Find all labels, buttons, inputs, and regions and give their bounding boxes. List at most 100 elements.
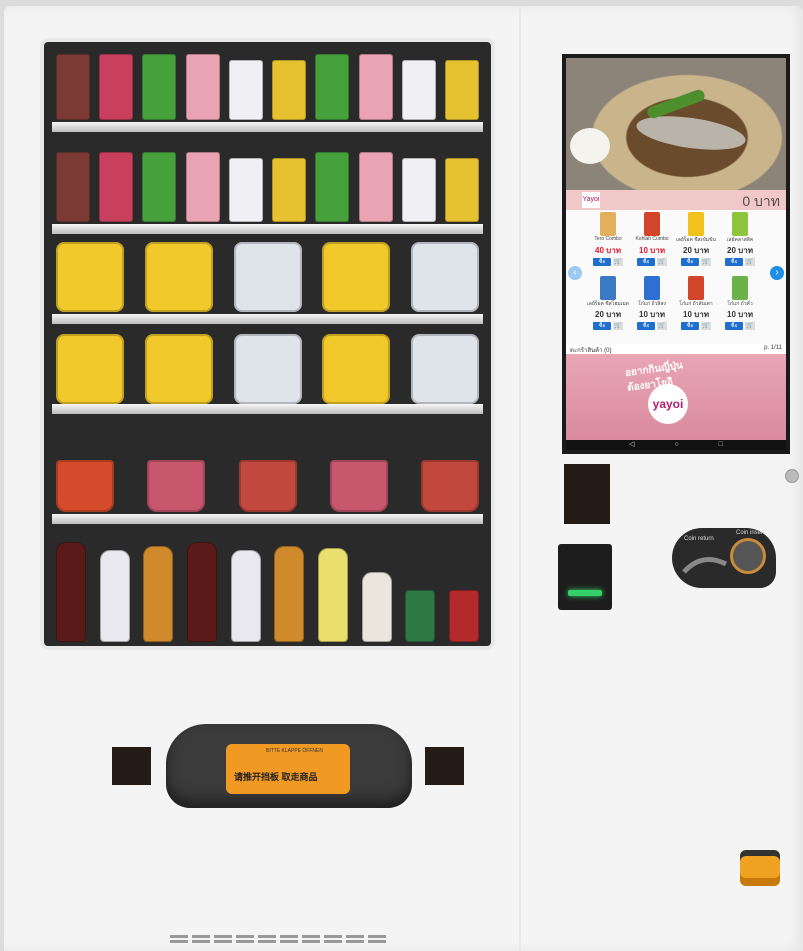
product-tile[interactable]: เลย์ร็อค ชีสเข้มข้น 20 บาทซื้อ 🛒 xyxy=(674,212,718,276)
pickup-door[interactable]: BITTE KLAPPE ÖFFNEN 请推开挡板 取走商品 xyxy=(166,724,412,808)
snack-pack xyxy=(142,152,177,222)
buy-button[interactable]: ซื้อ xyxy=(637,258,655,266)
coin-insert-label: Coin insert xyxy=(736,530,765,536)
snack-box xyxy=(411,334,479,404)
product-name: โก๋แก่ ถั่วคั่ว xyxy=(727,301,753,307)
cart-icon[interactable]: 🛒 xyxy=(657,322,667,330)
chips-bag xyxy=(56,334,124,404)
shelf-row xyxy=(56,538,479,642)
door-lock[interactable] xyxy=(740,850,780,886)
prev-page-icon[interactable]: ‹ xyxy=(568,266,582,280)
product-price: 10 บาท xyxy=(727,310,753,319)
product-name: เลย์คลาสสิค xyxy=(726,237,754,243)
product-name: โก๋แก่ ถั่วลิสง xyxy=(638,301,666,307)
shelf xyxy=(52,314,483,324)
product-tile[interactable]: โก๋แก่ ถั่วลันเตา 10 บาท ซื้อ 🛒 xyxy=(674,276,718,340)
cart-icon[interactable]: 🛒 xyxy=(613,322,623,330)
shelf xyxy=(52,404,483,414)
next-page-icon[interactable]: › xyxy=(770,266,784,280)
drink-carton xyxy=(228,60,263,120)
product-image xyxy=(688,212,704,236)
android-nav-bar: ◁ ○ □ xyxy=(566,440,786,450)
snack-pack xyxy=(315,54,350,120)
snack-pack xyxy=(185,152,220,222)
product-image xyxy=(688,276,704,300)
touch-screen[interactable]: Yayoi 0 บาท ‹ › Tero Combo 40 บาท ซื้อ 🛒 Koh… xyxy=(562,54,790,454)
drink-bottle xyxy=(99,550,130,642)
door-divider xyxy=(519,6,521,951)
product-tile[interactable]: เลย์คลาสสิค 20 บาทซื้อ 🛒 xyxy=(718,212,762,276)
back-icon[interactable]: ◁ xyxy=(629,440,634,450)
drink-carton xyxy=(444,158,479,222)
home-icon[interactable]: ○ xyxy=(674,440,678,450)
shelf-row xyxy=(56,146,479,222)
snack-box xyxy=(233,334,302,404)
snack-pack xyxy=(358,152,393,222)
buy-button[interactable]: ซื้อ xyxy=(593,258,611,266)
product-price: 10 บาท xyxy=(683,310,709,319)
page-indicator: p. 1/11 xyxy=(764,345,782,351)
snack-pack xyxy=(56,54,90,120)
cart-icon[interactable]: 🛒 xyxy=(745,322,755,330)
chips-bag xyxy=(144,334,213,404)
product-image xyxy=(732,276,748,300)
product-tile[interactable]: โก๋แก่ ถั่วคั่ว 10 บาทซื้อ 🛒 xyxy=(718,276,762,340)
drink-carton xyxy=(272,158,307,222)
drink-can xyxy=(448,590,479,642)
coin-return-lever-icon[interactable] xyxy=(682,552,728,578)
buy-button[interactable]: ซื้อ xyxy=(681,258,699,266)
drink-bottle xyxy=(361,572,392,642)
cart-icon[interactable]: 🛒 xyxy=(657,258,667,266)
product-image xyxy=(732,212,748,236)
sensor-right xyxy=(425,747,464,785)
buy-button[interactable]: ซื้อ xyxy=(725,322,743,330)
cart-icon[interactable]: 🛒 xyxy=(613,258,623,266)
coin-mechanism[interactable]: Coin return Coin insert xyxy=(672,528,776,588)
product-price: 20 บาท xyxy=(727,246,753,255)
cart-icon[interactable]: 🛒 xyxy=(701,322,711,330)
bill-acceptor[interactable] xyxy=(558,544,612,610)
soda-bottle xyxy=(186,542,217,642)
drink-bottle xyxy=(230,550,261,642)
soda-bottle xyxy=(56,542,86,642)
yayoi-logo: yayoi xyxy=(648,384,688,424)
cart-icon[interactable]: 🛒 xyxy=(745,258,755,266)
snack-box xyxy=(233,242,302,312)
chips-bag xyxy=(144,242,213,312)
noodle-cup xyxy=(147,460,206,512)
coin-insert-slot[interactable] xyxy=(730,538,766,574)
promo-banner[interactable]: อยากกินญี่ปุ่น ต้องยาโยอิ yayoi xyxy=(566,354,786,440)
product-tile[interactable]: เลย์ร็อค ชีสโฮมเมด 20 บาท ซื้อ 🛒 xyxy=(586,276,630,340)
product-name: เลย์ร็อค ชีสเข้มข้น xyxy=(676,237,716,243)
pickup-small-print: BITTE KLAPPE ÖFFNEN xyxy=(266,748,323,754)
snack-pack xyxy=(99,54,134,120)
buy-button[interactable]: ซื้อ xyxy=(725,258,743,266)
snack-pack xyxy=(99,152,134,222)
brand-logo: Yayoi xyxy=(582,192,600,208)
cart-bar[interactable]: ตะกร้าสินค้า (0) p. 1/11 xyxy=(566,344,786,354)
buy-button[interactable]: ซื้อ xyxy=(593,322,611,330)
product-grid: ‹ › Tero Combo 40 บาท ซื้อ 🛒 Kohlah Combo 10 … xyxy=(566,210,786,344)
product-price: 20 บาท xyxy=(683,246,709,255)
recent-apps-icon[interactable]: □ xyxy=(719,440,723,450)
drink-carton xyxy=(444,60,479,120)
cart-icon[interactable]: 🛒 xyxy=(701,258,711,266)
shelf-row xyxy=(56,330,479,404)
vent-grille xyxy=(170,935,386,938)
shelf-row xyxy=(56,454,479,512)
product-tile[interactable]: โก๋แก่ ถั่วลิสง 10 บาท ซื้อ 🛒 xyxy=(630,276,674,340)
product-tile[interactable]: Tero Combo 40 บาท ซื้อ 🛒 xyxy=(586,212,630,276)
balance-bar: Yayoi 0 บาท xyxy=(566,190,786,210)
buy-button[interactable]: ซื้อ xyxy=(681,322,699,330)
pickup-instruction-plate: BITTE KLAPPE ÖFFNEN 请推开挡板 取走商品 xyxy=(226,744,350,794)
rice-bowl xyxy=(570,128,610,164)
drink-carton xyxy=(401,158,436,222)
snack-box xyxy=(411,242,479,312)
drink-carton xyxy=(272,60,307,120)
product-tile[interactable]: Kohlah Combo 10 บาท ซื้อ 🛒 xyxy=(630,212,674,276)
buy-button[interactable]: ซื้อ xyxy=(637,322,655,330)
drink-carton xyxy=(228,158,263,222)
drink-carton xyxy=(401,60,436,120)
product-price: 20 บาท xyxy=(595,310,621,319)
card-reader-slot[interactable] xyxy=(564,464,610,524)
